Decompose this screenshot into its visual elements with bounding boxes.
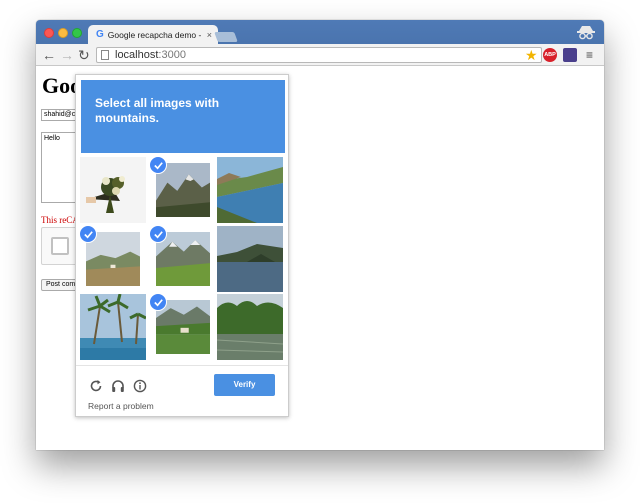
river-landscape-image (217, 157, 283, 223)
image-grid (80, 157, 286, 363)
google-favicon-icon: G (96, 29, 104, 40)
browser-tab[interactable]: G Google recapcha demo - C × (88, 25, 218, 45)
image-tile[interactable] (150, 226, 216, 292)
reload-icon[interactable]: ↻ (78, 47, 90, 63)
image-tile[interactable] (150, 294, 216, 360)
flower-bouquet-image (80, 157, 146, 223)
verify-button[interactable]: Verify (214, 374, 275, 396)
challenge-header: Select all images with mountains. (81, 80, 285, 153)
image-tile[interactable] (217, 226, 283, 292)
image-tile[interactable] (217, 157, 283, 223)
lake-image (217, 226, 283, 292)
tab-title: Google recapcha demo - C (107, 30, 204, 40)
challenge-prompt: Select all images with mountains. (95, 96, 220, 125)
forward-arrow-icon[interactable]: → (60, 47, 74, 63)
tab-close-icon[interactable]: × (207, 30, 212, 40)
url-text: localhost:3000 (115, 49, 186, 61)
browser-toolbar: ← → ↻ localhost:3000 ★ ABP ≡ (36, 44, 604, 66)
bookmark-star-icon[interactable]: ★ (525, 48, 539, 62)
report-problem-link[interactable]: Report a problem (88, 401, 154, 411)
new-tab-button[interactable] (214, 32, 238, 42)
extension-icon[interactable] (563, 48, 577, 62)
image-tile[interactable] (80, 294, 146, 360)
url-port: :3000 (158, 49, 186, 61)
close-window-button[interactable] (44, 28, 54, 38)
headphones-icon[interactable] (111, 379, 125, 393)
page-icon (101, 50, 109, 60)
river-trees-image (217, 294, 283, 360)
menu-icon[interactable]: ≡ (586, 48, 600, 62)
reload-challenge-icon[interactable] (89, 379, 103, 393)
info-icon[interactable] (133, 379, 147, 393)
minimize-window-button[interactable] (58, 28, 68, 38)
palm-trees-image (80, 294, 146, 360)
recaptcha-challenge: Select all images with mountains. Verify… (75, 74, 289, 417)
image-tile[interactable] (80, 157, 146, 223)
zoom-window-button[interactable] (72, 28, 82, 38)
image-tile[interactable] (217, 294, 283, 360)
back-arrow-icon[interactable]: ← (42, 47, 56, 63)
recaptcha-warning: This reCA (41, 215, 79, 225)
title-bar: G Google recapcha demo - C × (36, 20, 604, 45)
incognito-icon (577, 26, 595, 40)
challenge-footer: Verify Report a problem (76, 366, 288, 418)
image-tile[interactable] (80, 226, 146, 292)
image-tile[interactable] (150, 157, 216, 223)
address-bar[interactable]: localhost:3000 (96, 47, 542, 63)
adblock-icon[interactable]: ABP (543, 48, 557, 62)
url-host: localhost (115, 49, 159, 61)
recaptcha-checkbox[interactable] (51, 237, 69, 255)
